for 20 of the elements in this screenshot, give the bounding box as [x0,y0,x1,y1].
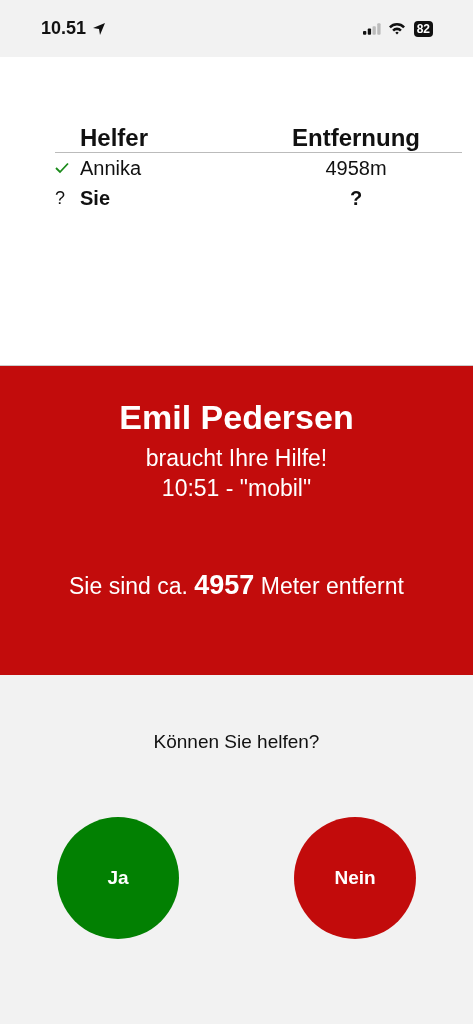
helper-distance: 4958m [324,156,388,180]
helper-name: Sie [80,186,112,210]
battery-indicator: 82 [413,20,433,37]
person-name: Emil Pedersen [119,398,354,437]
help-message: braucht Ihre Hilfe! [145,444,328,473]
column-header: Helfer [80,124,150,152]
checkmark-icon [55,162,69,174]
helper-name: Annika [80,156,143,180]
location-arrow-icon [92,21,107,36]
alert-time: 10:51 - "mobil" [161,474,312,503]
helper-distance: ? [348,186,364,210]
yes-button[interactable]: Ja [57,817,179,939]
signal-icon [362,22,382,35]
column-header: Entfernung [291,124,421,152]
no-button[interactable]: Nein [294,817,416,939]
status-marker: ? [55,187,65,209]
status-time: 10.51 [41,18,87,39]
question-text: Können Sie helfen? [153,731,320,753]
distance-text: Sie sind ca. 4957 Meter entfernt [69,570,404,601]
wifi-icon [387,22,406,35]
